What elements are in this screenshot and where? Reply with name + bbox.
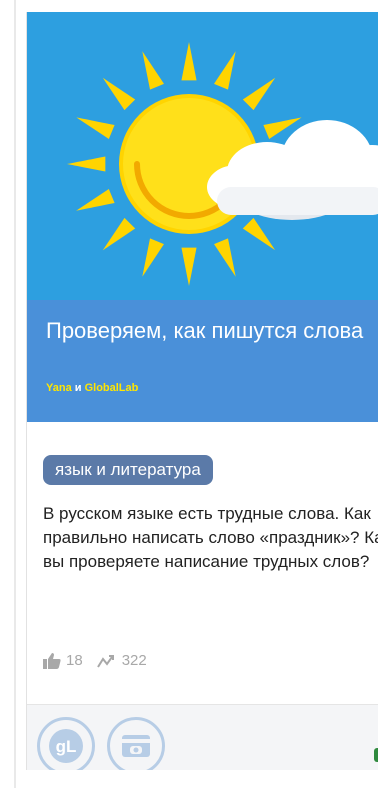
page-border: [14, 0, 16, 788]
thumbs-up-icon: [43, 652, 61, 669]
author-link-yana[interactable]: Yana: [46, 382, 72, 394]
views-stat: 322: [96, 652, 147, 669]
card-view-button[interactable]: [107, 717, 165, 770]
globallab-logo-text: gL: [56, 737, 77, 756]
authors-connector: и: [74, 382, 82, 394]
title-band: Проверяем, как пишутся слова Yana и Glob…: [27, 300, 378, 422]
globallab-logo-icon: gL: [49, 729, 83, 763]
card-footer: gL: [27, 705, 378, 770]
project-title[interactable]: Проверяем, как пишутся слова: [46, 318, 378, 344]
stats-row: 18 322: [43, 652, 161, 669]
trend-icon: [96, 654, 114, 668]
author-link-globallab[interactable]: GlobalLab: [85, 382, 139, 394]
authors-line: Yana и GlobalLab: [46, 382, 138, 394]
card-icon: [122, 735, 150, 757]
offscreen-button-edge[interactable]: [374, 748, 378, 762]
views-count: 322: [121, 652, 147, 669]
subject-tag[interactable]: язык и литература: [43, 455, 213, 485]
likes-stat[interactable]: 18: [43, 652, 83, 669]
tag-row: язык и литература: [43, 455, 213, 485]
hero-image[interactable]: [27, 12, 378, 300]
project-card[interactable]: Проверяем, как пишутся слова Yana и Glob…: [26, 12, 378, 770]
globallab-button[interactable]: gL: [37, 717, 95, 770]
likes-count: 18: [66, 652, 83, 669]
project-description: В русском языке есть трудные слова. Как …: [43, 504, 378, 571]
sun-cloud-illustration: [27, 12, 378, 300]
